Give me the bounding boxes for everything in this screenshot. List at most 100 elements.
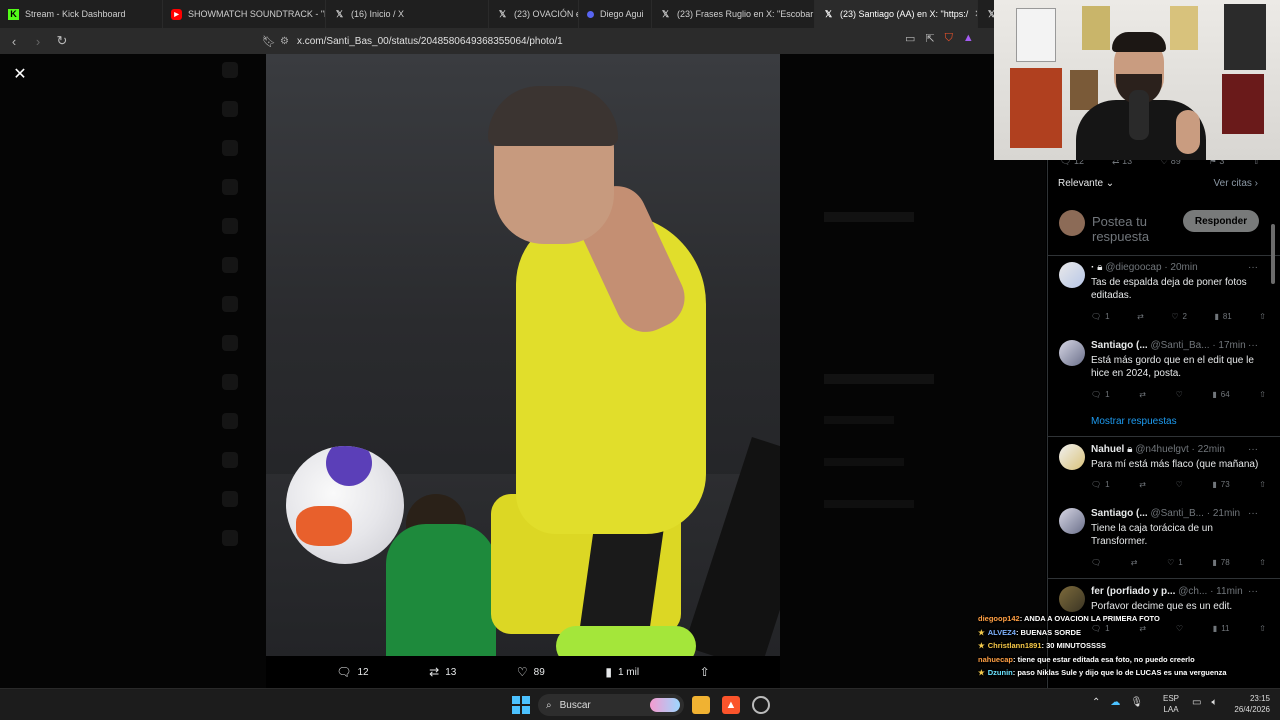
reply-actions: 🗨︎ 1 ⇄ ♡ ▮ 73 ⇧ [1091, 480, 1266, 489]
lock-icon: 🔒︎ [1097, 262, 1103, 273]
back-icon[interactable]: ‹ [4, 31, 24, 51]
more-icon[interactable]: ··· [1248, 586, 1258, 597]
heart-icon[interactable]: ♡ 1 [1167, 558, 1183, 567]
tab-kick-dashboard[interactable]: K Stream - Kick Dashboard [0, 0, 163, 28]
views-icon[interactable]: ▮ 64 [1212, 390, 1229, 399]
ghost-block [824, 374, 934, 384]
more-icon[interactable]: ··· [1248, 340, 1258, 351]
heart-icon[interactable]: ♡ [1176, 480, 1183, 489]
reply-icon[interactable]: 🗨︎ 1 [1091, 480, 1110, 489]
tab-santiago-active[interactable]: 𝕏 (23) Santiago (AA) en X: "https:/ ✕ [815, 0, 978, 28]
rewards-icon[interactable]: ▲ [963, 32, 974, 45]
taskbar-search[interactable]: ⌕ Buscar [538, 694, 684, 716]
repost-button[interactable]: ⇄ 13 [429, 665, 456, 679]
tab-diego[interactable]: Diego Agui [579, 0, 652, 28]
reply-actions: 🗨︎ 1 ⇄ ♡ 2 ▮ 81 ⇧ [1091, 312, 1266, 321]
clock[interactable]: 23:15 26/4/2026 [1226, 693, 1270, 715]
heart-icon[interactable]: ♡ [1176, 390, 1183, 399]
more-icon[interactable]: ··· [1248, 508, 1258, 519]
tab-frases-ruglio[interactable]: 𝕏 (23) Frases Ruglio en X: "Escobar es [652, 0, 815, 28]
show-replies-link[interactable]: Mostrar respuestas [1091, 416, 1177, 427]
heart-icon[interactable]: ♡ 2 [1171, 312, 1187, 321]
like-count: 2 [1182, 312, 1187, 321]
close-tab-icon[interactable]: ✕ [968, 9, 977, 20]
repost-icon[interactable]: ⇄ [1139, 390, 1146, 399]
close-icon[interactable]: ✕ [10, 64, 30, 84]
compose-input[interactable]: Postea tu respuesta [1092, 214, 1172, 244]
brave-shield-icon[interactable]: ⛉ [945, 32, 953, 45]
chat-user: Dzunin [987, 668, 1013, 677]
bookmark-icon[interactable]: 🔖︎ [259, 31, 279, 51]
like-button[interactable]: ♡ 89 [517, 665, 545, 679]
post-photo[interactable] [266, 54, 780, 656]
tab-ovacion[interactable]: 𝕏 (23) OVACIÓN en X: " [489, 0, 579, 28]
microphone [1129, 90, 1149, 140]
reply-icon[interactable]: 🗨︎ 1 [1091, 312, 1110, 321]
chevron-up-icon[interactable]: ⌃ [1092, 697, 1100, 708]
reply-button[interactable]: 🗨︎ 12 [336, 665, 368, 679]
reply-icon: 🗨︎ [336, 665, 352, 679]
views-count: 1 mil [617, 666, 640, 678]
reply-count: 1 [1105, 312, 1110, 321]
share-icon[interactable]: ⇧ [1259, 390, 1266, 399]
cloud-icon[interactable]: ☁ [1110, 697, 1120, 708]
views-count: 73 [1220, 480, 1230, 489]
sort-dropdown[interactable]: Relevante ⌄ [1058, 178, 1114, 189]
reload-icon[interactable]: ↻ [52, 31, 72, 51]
views-icon[interactable]: ▮ 73 [1212, 480, 1229, 489]
clock-time: 23:15 [1249, 694, 1270, 703]
tab-title: Diego Agui [600, 9, 644, 19]
reply-submit-button[interactable]: Responder [1183, 210, 1259, 232]
repost-icon[interactable]: ⇄ [1131, 558, 1138, 567]
app-icon[interactable] [752, 696, 770, 714]
forward-icon[interactable]: › [28, 31, 48, 51]
tab-showmatch-soundtrack[interactable]: ▶ SHOWMATCH SOUNDTRACK - "Risk [163, 0, 326, 28]
repost-icon[interactable]: ⇄ [1137, 312, 1144, 321]
repost-icon[interactable]: ⇄ [1139, 480, 1146, 489]
language-indicator[interactable]: ESP LAA [1163, 693, 1179, 715]
scrollbar-thumb[interactable] [1271, 224, 1275, 284]
reply-icon[interactable]: 🗨︎ 1 [1091, 390, 1110, 399]
url-text: x.com/Santi_Bas_00/status/20485806493683… [296, 35, 563, 47]
lang-layout: LAA [1163, 705, 1179, 714]
reply-author: Nahuel [1091, 444, 1125, 455]
views-button[interactable]: ▮ 1 mil [605, 665, 639, 679]
heart-icon: ♡ [516, 665, 528, 679]
clock-date: 26/4/2026 [1234, 705, 1270, 714]
share-icon[interactable]: ⇱ [925, 32, 934, 45]
reply-time: · 17min [1212, 340, 1246, 351]
monitor-icon[interactable]: ▭ [1192, 697, 1201, 708]
tab-title: SHOWMATCH SOUNDTRACK - "Risk [188, 9, 325, 19]
windows-start-icon[interactable] [512, 696, 530, 714]
youtube-icon: ▶ [171, 8, 182, 20]
windows-taskbar: ⌕ Buscar ▲ ⌃ ☁ 🎙︎ ESP LAA ▭ 🔈︎ 23:15 26/… [0, 688, 1280, 720]
file-explorer-icon[interactable] [692, 696, 710, 714]
reply-icon[interactable]: 🗨︎ [1091, 558, 1101, 567]
views-icon[interactable]: ▮ 78 [1212, 558, 1229, 567]
reply-author: Santiago (... [1091, 340, 1148, 351]
reply-handle: @Santi_Ba... [1150, 340, 1210, 351]
brave-icon[interactable]: ▲ [722, 696, 740, 714]
ghost-block [824, 416, 894, 424]
address-bar[interactable]: ⚙︎ x.com/Santi_Bas_00/status/20485806493… [280, 32, 563, 50]
microphone-icon[interactable]: 🎙︎ [1130, 697, 1143, 708]
quotes-link[interactable]: Ver citas › [1214, 178, 1258, 189]
tab-title: Stream - Kick Dashboard [25, 9, 126, 19]
reply-author: · [1091, 262, 1095, 273]
site-info-icon[interactable]: ⚙︎ [280, 36, 289, 47]
share-icon[interactable]: ⇧ [1259, 480, 1266, 489]
more-icon[interactable]: ··· [1248, 444, 1258, 455]
chat-message: ★ Dzunin: paso Niklas Sule y dijo que lo … [978, 666, 1280, 680]
avatar [1059, 262, 1085, 288]
poster [1224, 4, 1266, 70]
ghost-block [824, 458, 904, 466]
share-button[interactable]: ⇧ [700, 665, 710, 679]
more-icon[interactable]: ··· [1248, 262, 1258, 273]
views-icon[interactable]: ▮ 81 [1214, 312, 1231, 321]
share-icon[interactable]: ⇧ [1259, 558, 1266, 567]
tab-x-inicio[interactable]: 𝕏 (16) Inicio / X [326, 0, 489, 28]
reply-count: 1 [1105, 390, 1110, 399]
share-icon[interactable]: ⇧ [1259, 312, 1266, 321]
cast-icon[interactable]: ▭ [905, 32, 915, 45]
volume-icon[interactable]: 🔈︎ [1211, 697, 1217, 708]
